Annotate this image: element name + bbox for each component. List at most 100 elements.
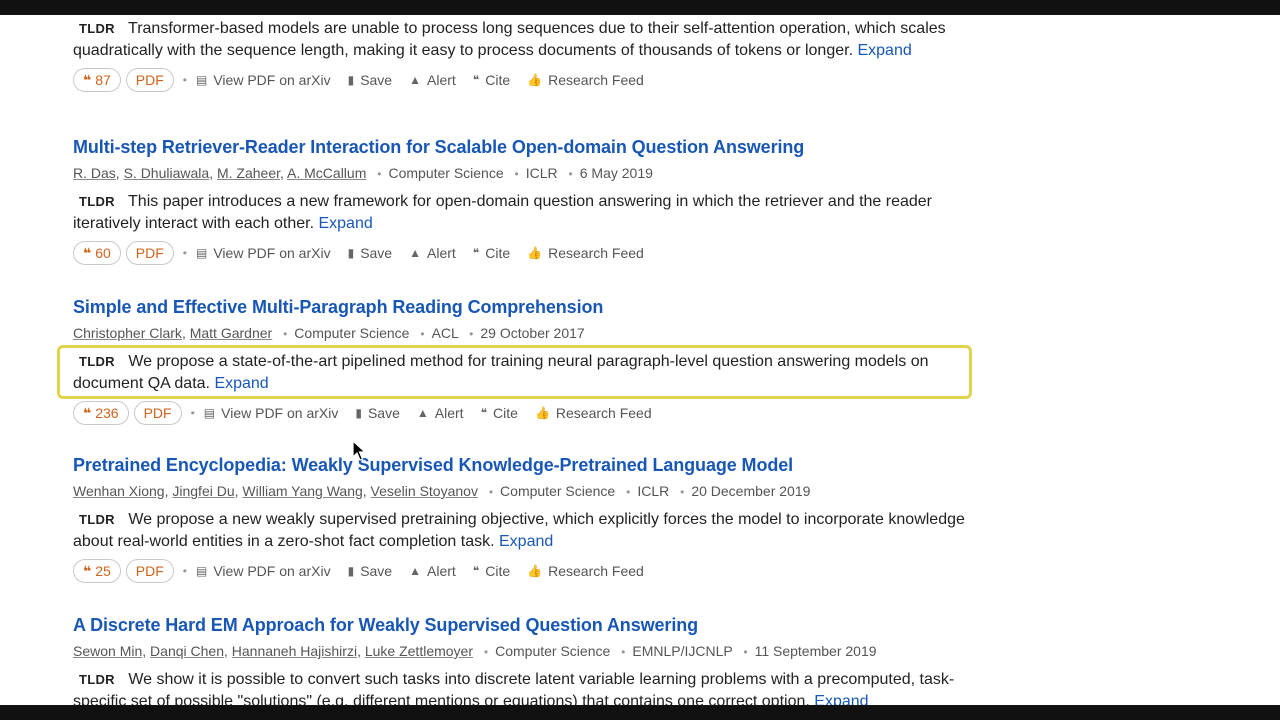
research-feed-button[interactable]: 👍 Research Feed <box>527 245 644 261</box>
save-button[interactable]: ▮ Save <box>348 72 393 88</box>
tldr-badge: TLDR <box>79 354 115 369</box>
author-link[interactable]: A. McCallum <box>287 165 366 181</box>
quote-icon: ❝ <box>83 244 92 261</box>
separator-dot: • <box>626 485 631 499</box>
expand-link[interactable]: Expand <box>499 533 553 550</box>
author-link[interactable]: Veselin Stoyanov <box>371 483 478 499</box>
author-link[interactable]: Christopher Clark <box>73 325 182 341</box>
pdf-button[interactable]: PDF <box>125 241 174 265</box>
save-button[interactable]: ▮ Save <box>355 405 400 421</box>
pdf-button[interactable]: PDF <box>133 401 182 425</box>
cite-icon: ❝ <box>480 406 488 420</box>
result-actions: ❝ 60 PDF • ▤ View PDF on arXiv ▮ Save ▲ Aler… <box>73 241 973 265</box>
author-link[interactable]: Sewon Min <box>73 643 142 659</box>
thumbs-up-icon: 👍 <box>527 73 543 87</box>
bell-icon: ▲ <box>409 246 421 260</box>
paper-meta: Christopher Clark, Matt Gardner • Compute… <box>73 323 973 344</box>
citation-count: 236 <box>95 405 119 421</box>
citation-count: 87 <box>95 72 111 88</box>
alert-button[interactable]: ▲ Alert <box>417 405 464 421</box>
view-pdf-link[interactable]: ▤ View PDF on arXiv <box>196 72 331 88</box>
save-label: Save <box>360 245 393 261</box>
paper-title-link[interactable]: A Discrete Hard EM Approach for Weakly S… <box>73 614 973 636</box>
separator-dot: • <box>621 645 626 659</box>
author-link[interactable]: Luke Zettlemoyer <box>365 643 473 659</box>
field-of-study: Computer Science <box>500 483 616 499</box>
author-link[interactable]: William Yang Wang <box>242 483 362 499</box>
thumbs-up-icon: 👍 <box>527 246 543 260</box>
expand-link[interactable]: Expand <box>318 215 372 232</box>
citation-count-button[interactable]: ❝ 60 <box>73 241 121 265</box>
cite-button[interactable]: ❝ Cite <box>473 563 510 579</box>
separator-dot: • <box>182 564 187 578</box>
pdf-button[interactable]: PDF <box>125 559 174 583</box>
tldr-text: We propose a state-of-the-art pipelined … <box>73 353 929 392</box>
alert-button[interactable]: ▲ Alert <box>409 72 456 88</box>
author-link[interactable]: M. Zaheer <box>217 165 280 181</box>
paper-title-link[interactable]: Pretrained Encyclopedia: Weakly Supervis… <box>73 454 973 476</box>
pdf-button[interactable]: PDF <box>125 68 174 92</box>
author-link[interactable]: Matt Gardner <box>190 325 272 341</box>
quote-icon: ❝ <box>83 404 92 421</box>
cite-button[interactable]: ❝ Cite <box>481 405 518 421</box>
view-pdf-label: View PDF on arXiv <box>213 245 331 261</box>
video-letterbox-bottom <box>0 705 1280 720</box>
pdf-file-icon: ▤ <box>196 564 208 578</box>
separator-dot: • <box>182 73 187 87</box>
research-feed-button[interactable]: 👍 Research Feed <box>535 405 652 421</box>
pdf-file-icon: ▤ <box>203 406 216 420</box>
cite-button[interactable]: ❝ Cite <box>473 72 510 88</box>
bell-icon: ▲ <box>416 406 429 420</box>
paper-title-link[interactable]: Multi-step Retriever-Reader Interaction … <box>73 136 973 158</box>
paper-title-link[interactable]: Simple and Effective Multi-Paragraph Rea… <box>73 296 973 318</box>
author-link[interactable]: S. Dhuliawala <box>124 165 210 181</box>
author-link[interactable]: R. Das <box>73 165 116 181</box>
view-pdf-label: View PDF on arXiv <box>221 405 339 421</box>
research-feed-button[interactable]: 👍 Research Feed <box>527 72 644 88</box>
expand-link[interactable]: Expand <box>214 375 268 392</box>
citation-count-button[interactable]: ❝ 25 <box>73 559 121 583</box>
save-button[interactable]: ▮ Save <box>348 563 393 579</box>
view-pdf-link[interactable]: ▤ View PDF on arXiv <box>204 405 339 421</box>
cite-label: Cite <box>493 405 518 421</box>
separator-dot: • <box>469 327 474 341</box>
alert-label: Alert <box>427 245 456 261</box>
alert-button[interactable]: ▲ Alert <box>409 245 456 261</box>
research-feed-button[interactable]: 👍 Research Feed <box>527 563 644 579</box>
venue: ICLR <box>637 483 670 499</box>
citation-count-button[interactable]: ❝ 87 <box>73 68 121 92</box>
search-result: Pretrained Encyclopedia: Weakly Supervis… <box>73 454 973 583</box>
bell-icon: ▲ <box>409 564 421 578</box>
cite-label: Cite <box>485 72 511 88</box>
publication-date: 11 September 2019 <box>754 643 877 659</box>
expand-link[interactable]: Expand <box>857 42 911 59</box>
venue: ICLR <box>525 165 558 181</box>
author-link[interactable]: Wenhan Xiong <box>73 483 165 499</box>
save-label: Save <box>367 405 400 421</box>
author-link[interactable]: Danqi Chen <box>150 643 224 659</box>
separator-dot: • <box>514 167 519 181</box>
alert-label: Alert <box>434 405 464 421</box>
bookmark-icon: ▮ <box>355 406 362 420</box>
cite-label: Cite <box>485 563 511 579</box>
search-result: TLDR Transformer-based models are unable… <box>73 11 973 92</box>
search-result: Multi-step Retriever-Reader Interaction … <box>73 136 973 265</box>
research-feed-label: Research Feed <box>548 245 644 261</box>
separator-dot: • <box>190 406 195 420</box>
tldr-badge: TLDR <box>79 672 115 687</box>
cite-label: Cite <box>485 245 511 261</box>
tldr-text: Transformer-based models are unable to p… <box>73 20 946 59</box>
save-button[interactable]: ▮ Save <box>348 245 393 261</box>
citation-count-button[interactable]: ❝ 236 <box>73 401 129 425</box>
citation-count: 25 <box>95 563 111 579</box>
alert-label: Alert <box>427 563 456 579</box>
cite-button[interactable]: ❝ Cite <box>473 245 510 261</box>
field-of-study: Computer Science <box>294 325 410 341</box>
author-link[interactable]: Hannaneh Hajishirzi <box>232 643 357 659</box>
view-pdf-link[interactable]: ▤ View PDF on arXiv <box>196 245 331 261</box>
view-pdf-label: View PDF on arXiv <box>213 72 331 88</box>
separator-dot: • <box>483 645 489 659</box>
author-link[interactable]: Jingfei Du <box>172 483 234 499</box>
alert-button[interactable]: ▲ Alert <box>409 563 456 579</box>
view-pdf-link[interactable]: ▤ View PDF on arXiv <box>196 563 331 579</box>
